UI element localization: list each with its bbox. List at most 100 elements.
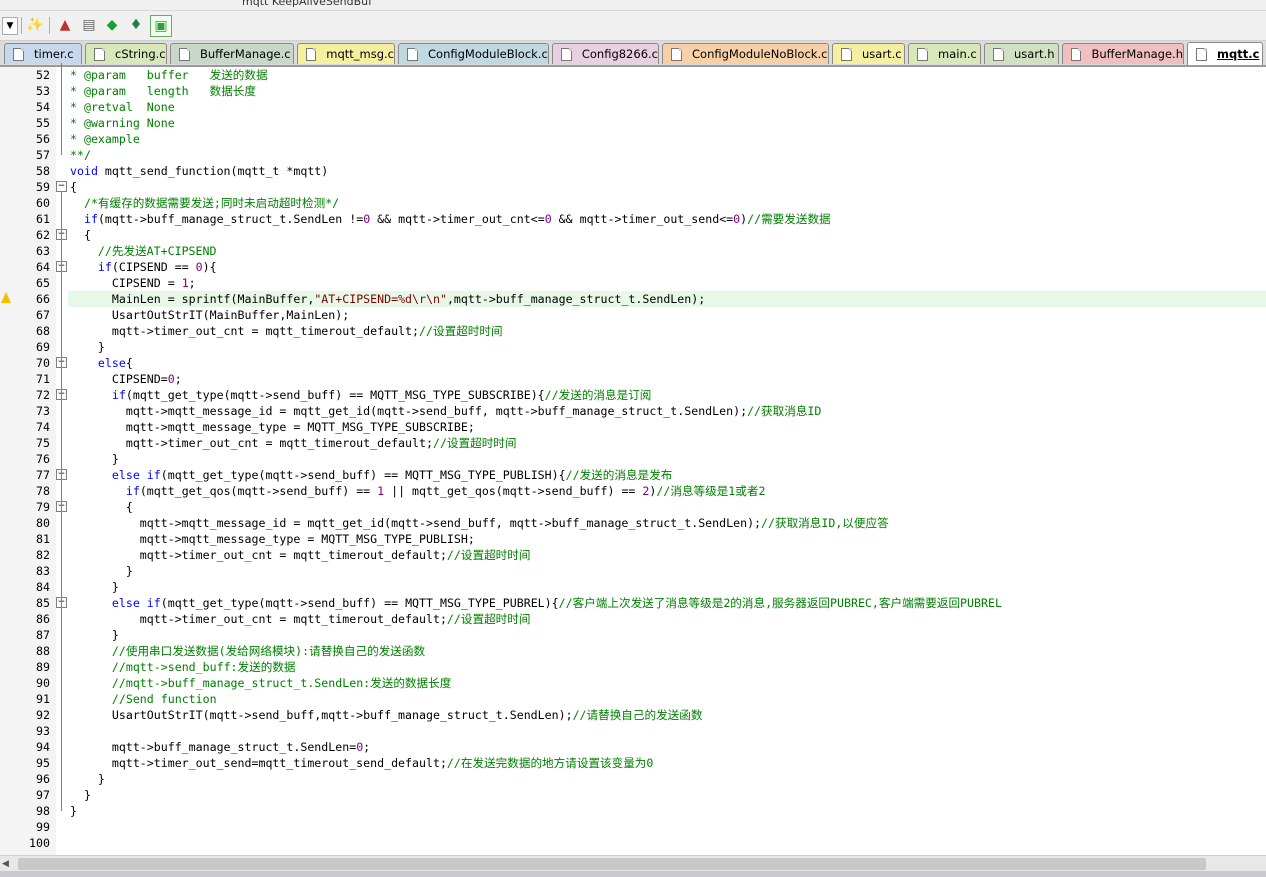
tab-mqtt-msg-c[interactable]: mqtt_msg.c (297, 43, 395, 64)
code-line[interactable]: 79− { (0, 499, 1266, 515)
code-line[interactable]: 61 if(mqtt->buff_manage_struct_t.SendLen… (0, 211, 1266, 227)
code-line[interactable]: 74 mqtt->mqtt_message_type = MQTT_MSG_TY… (0, 419, 1266, 435)
pack-installer-icon[interactable]: ▲ (55, 15, 75, 35)
code-text: /*有缓存的数据需要发送;同时未启动超时检测*/ (83, 196, 340, 210)
code-line[interactable]: 81 mqtt->mqtt_message_type = MQTT_MSG_TY… (0, 531, 1266, 547)
code-line[interactable]: 67 UsartOutStrIT(MainBuffer,MainLen); (0, 307, 1266, 323)
code-line[interactable]: 97 } (0, 787, 1266, 803)
tab-timer-c[interactable]: timer.c (4, 43, 82, 64)
code-line[interactable]: 98} (0, 803, 1266, 819)
scrollbar-thumb[interactable] (18, 858, 1206, 870)
code-line[interactable]: 95 mqtt->timer_out_send=mqtt_timerout_se… (0, 755, 1266, 771)
tab-cstring-c[interactable]: cString.c (85, 43, 167, 64)
line-number: 93 (36, 724, 50, 738)
code-line[interactable]: 65 CIPSEND = 1; (0, 275, 1266, 291)
line-number: 82 (36, 548, 50, 562)
file-icon (407, 47, 418, 61)
code-text: else if(mqtt_get_type(mqtt->send_buff) =… (111, 468, 673, 482)
code-line[interactable]: 58 void mqtt_send_function(mqtt_t *mqtt) (0, 163, 1266, 179)
tab-usart-c[interactable]: usart.c (832, 43, 905, 64)
code-text: UsartOutStrIT(mqtt->send_buff,mqtt->buff… (70, 708, 703, 722)
code-line[interactable]: 68 mqtt->timer_out_cnt = mqtt_timerout_d… (0, 323, 1266, 339)
code-line[interactable]: 56 * @example (0, 131, 1266, 147)
code-line[interactable]: 72− if(mqtt_get_type(mqtt->send_buff) ==… (0, 387, 1266, 403)
line-number: 88 (36, 644, 50, 658)
code-text: * @retval None (70, 100, 175, 114)
code-line[interactable]: 75 mqtt->timer_out_cnt = mqtt_timerout_d… (0, 435, 1266, 451)
code-editor[interactable]: 52 * @param buffer 发送的数据 53 * @param length… (0, 63, 1266, 855)
code-line[interactable]: 73 mqtt->mqtt_message_id = mqtt_get_id(m… (0, 403, 1266, 419)
code-line[interactable]: 90 //mqtt->buff_manage_struct_t.SendLen:… (0, 675, 1266, 691)
code-line[interactable]: 52 * @param buffer 发送的数据 (0, 67, 1266, 83)
select-packs-icon[interactable]: ◆ (102, 15, 122, 35)
code-line[interactable]: 92 UsartOutStrIT(mqtt->send_buff,mqtt->b… (0, 707, 1266, 723)
code-line[interactable]: 63 //先发送AT+CIPSEND (0, 243, 1266, 259)
code-line[interactable]: 55 * @warning None (0, 115, 1266, 131)
code-line[interactable]: 62− { (0, 227, 1266, 243)
tab-config8266-c[interactable]: Config8266.c (552, 43, 659, 64)
code-line[interactable]: 57 **/ (0, 147, 1266, 163)
code-line[interactable]: 78 if(mqtt_get_qos(mqtt->send_buff) == 1… (0, 483, 1266, 499)
code-text: if(mqtt_get_type(mqtt->send_buff) == MQT… (111, 388, 652, 402)
code-line[interactable]: 83 } (0, 563, 1266, 579)
tab-configmodulenoblock-c[interactable]: ConfigModuleNoBlock.c (662, 43, 829, 64)
code-text: * @param buffer 发送的数据 (70, 68, 268, 82)
code-text: CIPSEND = 1; (70, 276, 196, 290)
tab-buffermanage-h[interactable]: BufferManage.h (1062, 43, 1184, 64)
code-line[interactable]: 77− else if(mqtt_get_type(mqtt->send_buf… (0, 467, 1266, 483)
manage-components-icon[interactable]: ♦ (126, 15, 146, 35)
dropdown-arrow-icon[interactable]: ▼ (2, 17, 18, 35)
code-text: if(mqtt->buff_manage_struct_t.SendLen !=… (83, 212, 831, 226)
manage-project-icon[interactable]: ▤ (79, 15, 99, 35)
line-number: 85 (36, 596, 50, 610)
tab-main-c[interactable]: main.c (908, 43, 981, 64)
code-line[interactable]: 99 (0, 819, 1266, 835)
code-line[interactable]: 86 mqtt->timer_out_cnt = mqtt_timerout_d… (0, 611, 1266, 627)
code-line[interactable]: 93 (0, 723, 1266, 739)
code-line[interactable]: 69 } (0, 339, 1266, 355)
code-line[interactable]: 84 } (0, 579, 1266, 595)
tab-configmoduleblock-c[interactable]: ConfigModuleBlock.c (398, 43, 549, 64)
horizontal-scrollbar[interactable]: ◀ (0, 855, 1266, 872)
line-number: 86 (36, 612, 50, 626)
code-line[interactable]: 89 //mqtt->send_buff:发送的数据 (0, 659, 1266, 675)
code-line[interactable]: 80 mqtt->mqtt_message_id = mqtt_get_id(m… (0, 515, 1266, 531)
top-toolbar: mqtt KeepAliveSendBuf (0, 0, 1266, 11)
line-number: 81 (36, 532, 50, 546)
code-line[interactable]: 54 * @retval None (0, 99, 1266, 115)
file-tab-bar: timer.c cString.c BufferManage.c mqtt_ms… (0, 41, 1266, 67)
magic-wand-icon[interactable]: ✨ (25, 15, 45, 35)
toolbar-target-combo[interactable]: mqtt KeepAliveSendBuf (242, 0, 372, 8)
code-line[interactable]: 94 mqtt->buff_manage_struct_t.SendLen=0; (0, 739, 1266, 755)
code-line[interactable]: 100 (0, 835, 1266, 851)
code-line[interactable]: 76 } (0, 451, 1266, 467)
tab-usart-h[interactable]: usart.h (984, 43, 1059, 64)
line-number: 53 (36, 84, 50, 98)
fold-guide-line (61, 191, 62, 811)
code-line[interactable]: 87 } (0, 627, 1266, 643)
line-number: 92 (36, 708, 50, 722)
code-line[interactable]: 85− else if(mqtt_get_type(mqtt->send_buf… (0, 595, 1266, 611)
tab-mqtt-c[interactable]: mqtt.c (1187, 42, 1263, 65)
code-line[interactable]: 71 CIPSEND=0; (0, 371, 1266, 387)
code-line[interactable]: 53 * @param length 数据长度 (0, 83, 1266, 99)
code-text: mqtt->mqtt_message_type = MQTT_MSG_TYPE_… (70, 532, 475, 546)
code-line[interactable]: 70− else{ (0, 355, 1266, 371)
scroll-left-icon[interactable]: ◀ (2, 859, 9, 869)
toolbar-separator (49, 17, 50, 34)
code-line[interactable]: 60 /*有缓存的数据需要发送;同时未启动超时检测*/ (0, 195, 1266, 211)
run-time-env-icon[interactable]: ▣ (150, 15, 172, 37)
code-line[interactable]: 91 //Send function (0, 691, 1266, 707)
code-line[interactable]: 66 MainLen = sprintf(MainBuffer,"AT+CIPS… (0, 291, 1266, 307)
code-line[interactable]: 82 mqtt->timer_out_cnt = mqtt_timerout_d… (0, 547, 1266, 563)
line-number: 69 (36, 340, 50, 354)
code-line[interactable]: 88 //使用串口发送数据(发给网络模块):请替换自己的发送函数 (0, 643, 1266, 659)
code-line[interactable]: 59−{ (0, 179, 1266, 195)
tab-buffermanage-c[interactable]: BufferManage.c (170, 43, 294, 64)
line-number: 63 (36, 244, 50, 258)
file-icon (13, 47, 24, 61)
file-icon (1071, 47, 1082, 61)
line-number: 96 (36, 772, 50, 786)
code-line[interactable]: 96 } (0, 771, 1266, 787)
code-line[interactable]: 64− if(CIPSEND == 0){ (0, 259, 1266, 275)
